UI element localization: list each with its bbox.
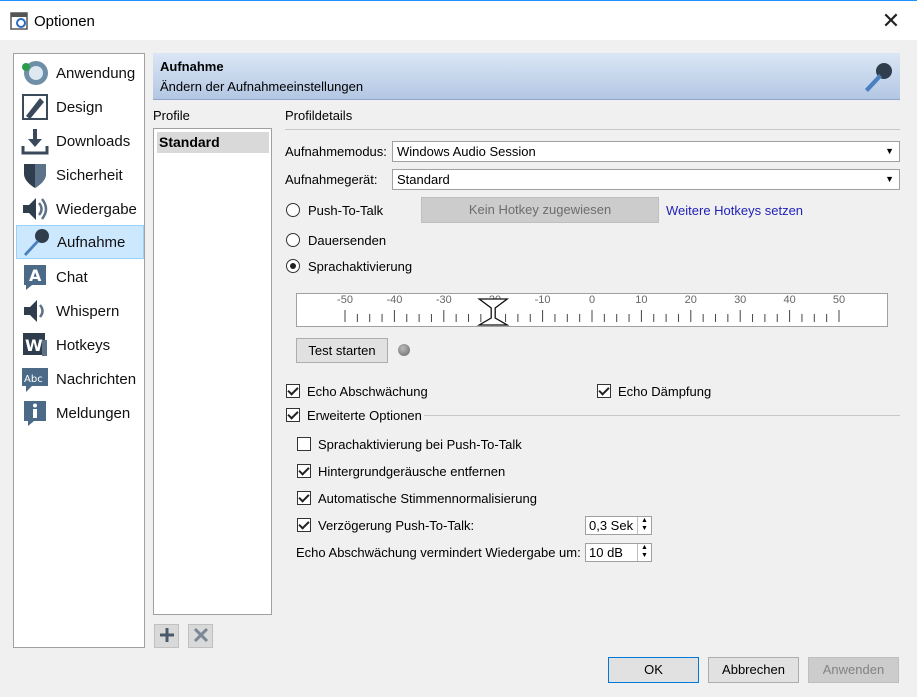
chat-icon: A	[20, 262, 50, 292]
options-sidebar: Anwendung Design Downloads Sicherheit Wi…	[13, 53, 145, 648]
add-profile-button[interactable]	[154, 624, 179, 648]
chevron-down-icon: ▼	[885, 146, 894, 156]
apply-button[interactable]: Anwenden	[808, 657, 899, 683]
sidebar-item-wiedergabe[interactable]: Wiedergabe	[16, 193, 144, 225]
sidebar-item-sicherheit[interactable]: Sicherheit	[16, 159, 144, 191]
continuous-transmission-label: Dauersenden	[308, 233, 387, 248]
plus-icon	[159, 627, 175, 646]
profile-details-heading: Profildetails	[285, 108, 353, 123]
speaker-icon	[20, 194, 50, 224]
voice-activity-indicator	[398, 344, 410, 356]
window-title: Optionen	[34, 13, 95, 30]
auto-normalization-checkbox[interactable]	[297, 491, 311, 505]
advanced-options-label: Erweiterte Optionen	[307, 408, 422, 423]
test-start-button[interactable]: Test starten	[296, 338, 388, 363]
capture-device-select[interactable]: Standard ▼	[392, 169, 900, 190]
profiles-heading: Profile	[153, 108, 190, 123]
push-to-talk-label: Push-To-Talk	[308, 203, 384, 218]
sidebar-item-nachrichten[interactable]: Abc Nachrichten	[16, 363, 144, 395]
auto-normalization-label: Automatische Stimmennormalisierung	[318, 491, 537, 506]
design-icon	[20, 92, 50, 122]
sidebar-item-anwendung[interactable]: Anwendung	[16, 57, 144, 89]
spin-arrows-icon[interactable]: ▲ ▼	[637, 544, 651, 561]
messages-icon: Abc	[20, 364, 50, 394]
chevron-down-icon: ▼	[885, 174, 894, 184]
settings-window-icon	[10, 12, 28, 30]
ptt-delay-label: Verzögerung Push-To-Talk:	[318, 518, 475, 533]
slider-ticks	[344, 298, 840, 326]
capture-mode-select[interactable]: Windows Audio Session ▼	[392, 141, 900, 162]
info-icon	[20, 398, 50, 428]
sidebar-item-whispern[interactable]: Whispern	[16, 295, 144, 327]
voice-activation-radio[interactable]	[286, 259, 300, 273]
svg-text:A: A	[29, 266, 42, 285]
details-divider	[285, 129, 900, 130]
whisper-icon	[20, 296, 50, 326]
echo-reduce-value: 10 dB	[589, 545, 623, 560]
capture-device-label: Aufnahmegerät:	[285, 172, 378, 187]
ptt-delay-checkbox[interactable]	[297, 518, 311, 532]
push-to-talk-radio[interactable]	[286, 203, 300, 217]
delete-profile-button[interactable]	[188, 624, 213, 648]
sidebar-item-design[interactable]: Design	[16, 91, 144, 123]
capture-device-value: Standard	[397, 172, 450, 187]
echo-cancellation-checkbox[interactable]	[597, 384, 611, 398]
delete-icon	[193, 627, 209, 646]
vad-with-ptt-label: Sprachaktivierung bei Push-To-Talk	[318, 437, 522, 452]
close-icon[interactable]: ✕	[876, 7, 906, 35]
vad-with-ptt-checkbox[interactable]	[297, 437, 311, 451]
echo-reduce-spinbox[interactable]: 10 dB ▲ ▼	[585, 543, 652, 562]
echo-reduce-playback-label: Echo Abschwächung vermindert Wiedergabe …	[296, 545, 581, 560]
sidebar-item-hotkeys[interactable]: W Hotkeys	[16, 329, 144, 361]
remove-background-noise-label: Hintergrundgeräusche entfernen	[318, 464, 506, 479]
profile-item-standard[interactable]: Standard	[157, 132, 269, 153]
shield-icon	[20, 160, 50, 190]
microphone-icon	[861, 59, 895, 93]
download-icon	[20, 126, 50, 156]
advanced-divider	[424, 415, 900, 416]
more-hotkeys-link[interactable]: Weitere Hotkeys setzen	[666, 203, 803, 218]
sidebar-item-chat[interactable]: A Chat	[16, 261, 144, 293]
advanced-options-checkbox[interactable]	[286, 408, 300, 422]
ptt-delay-spinbox[interactable]: 0,3 Sek ▲ ▼	[585, 516, 652, 535]
sidebar-item-aufnahme[interactable]: Aufnahme	[16, 225, 144, 259]
title-bar: Optionen ✕	[0, 1, 917, 40]
echo-reduction-checkbox[interactable]	[286, 384, 300, 398]
profile-list: Standard	[153, 128, 272, 615]
assign-hotkey-button[interactable]: Kein Hotkey zugewiesen	[421, 197, 659, 223]
voice-activation-level-slider[interactable]: -50-40-30-20-1001020304050	[296, 293, 888, 327]
ok-button[interactable]: OK	[608, 657, 699, 683]
remove-background-noise-checkbox[interactable]	[297, 464, 311, 478]
capture-mode-value: Windows Audio Session	[397, 144, 536, 159]
echo-reduction-label: Echo Abschwächung	[307, 384, 428, 399]
hotkey-icon: W	[20, 330, 50, 360]
microphone-icon	[21, 227, 51, 257]
continuous-transmission-radio[interactable]	[286, 233, 300, 247]
section-title: Aufnahme	[160, 59, 224, 74]
capture-mode-label: Aufnahmemodus:	[285, 144, 387, 159]
echo-cancellation-label: Echo Dämpfung	[618, 384, 712, 399]
section-subtitle: Ändern der Aufnahmeeinstellungen	[160, 79, 364, 94]
sidebar-item-meldungen[interactable]: Meldungen	[16, 397, 144, 429]
spin-arrows-icon[interactable]: ▲ ▼	[637, 517, 651, 534]
slider-handle	[476, 298, 510, 326]
ptt-delay-value: 0,3 Sek	[589, 518, 634, 533]
svg-text:Abc: Abc	[24, 374, 43, 385]
cancel-button[interactable]: Abbrechen	[708, 657, 799, 683]
section-header: Aufnahme Ändern der Aufnahmeeinstellunge…	[153, 53, 900, 100]
voice-activation-label: Sprachaktivierung	[308, 259, 413, 274]
teamspeak-icon	[20, 58, 50, 88]
sidebar-item-downloads[interactable]: Downloads	[16, 125, 144, 157]
svg-text:W: W	[25, 336, 43, 355]
